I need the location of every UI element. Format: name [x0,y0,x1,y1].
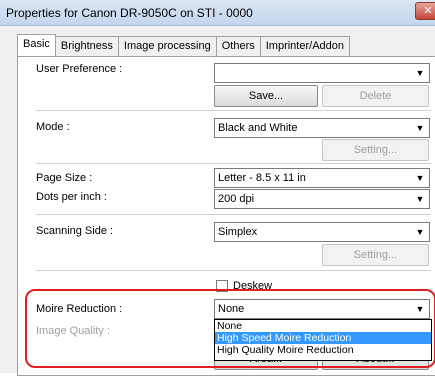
dropdown-option-high-speed[interactable]: High Speed Moire Reduction [215,332,431,344]
scanning-side-select[interactable]: Simplex ▼ [214,222,430,242]
chevron-down-icon: ▼ [415,304,425,314]
page-size-select[interactable]: Letter - 8.5 x 11 in ▼ [214,168,430,188]
mode-value: Black and White [218,122,298,134]
page-size-label: Page Size : [36,172,93,184]
image-quality-label: Image Quality : [36,325,110,337]
tab-strip: Basic Brightness Image processing Others… [17,34,350,56]
dropdown-option-high-quality[interactable]: High Quality Moire Reduction [215,344,431,356]
moire-reduction-dropdown: None High Speed Moire Reduction High Qua… [214,319,432,361]
tab-imprinter-addon[interactable]: Imprinter/Addon [259,36,350,56]
tab-basic[interactable]: Basic [17,34,56,56]
separator [36,214,431,215]
user-preference-label: User Preference : [36,63,123,75]
close-icon: ✕ [423,5,433,17]
chevron-down-icon: ▼ [415,194,425,204]
user-preference-select[interactable]: ▼ [214,63,430,83]
tab-others[interactable]: Others [215,36,261,56]
deskew-checkbox[interactable] [216,280,228,292]
window-title: Properties for Canon DR-9050C on STI - 0… [6,6,253,20]
scanning-side-value: Simplex [218,226,258,238]
chevron-down-icon: ▼ [415,68,425,78]
chevron-down-icon: ▼ [415,173,425,183]
chevron-down-icon: ▼ [415,123,425,133]
save-button[interactable]: Save... [214,85,318,107]
dpi-select[interactable]: 200 dpi ▼ [214,189,430,209]
page-size-value: Letter - 8.5 x 11 in [218,172,306,184]
chevron-down-icon: ▼ [415,227,425,237]
delete-button[interactable]: Delete [322,85,429,107]
dpi-value: 200 dpi [218,193,255,205]
tab-image-processing[interactable]: Image processing [117,36,217,56]
tab-brightness[interactable]: Brightness [54,36,119,56]
mode-setting-button[interactable]: Setting... [322,139,429,161]
mode-select[interactable]: Black and White ▼ [214,118,430,138]
moire-reduction-select[interactable]: None ▼ [214,299,430,319]
title-bar: Properties for Canon DR-9050C on STI - 0… [0,0,435,26]
close-button[interactable]: ✕ [415,2,435,20]
deskew-label: Deskew [233,280,273,292]
dpi-label: Dots per inch : [36,191,107,203]
side-setting-button[interactable]: Setting... [322,244,429,266]
separator [36,163,431,164]
separator [36,270,431,271]
moire-reduction-value: None [218,303,245,315]
scanning-side-label: Scanning Side : [36,225,114,237]
dropdown-option-none[interactable]: None [215,320,431,332]
mode-label: Mode : [36,121,70,133]
moire-reduction-label: Moire Reduction : [36,303,123,315]
separator [36,110,431,111]
